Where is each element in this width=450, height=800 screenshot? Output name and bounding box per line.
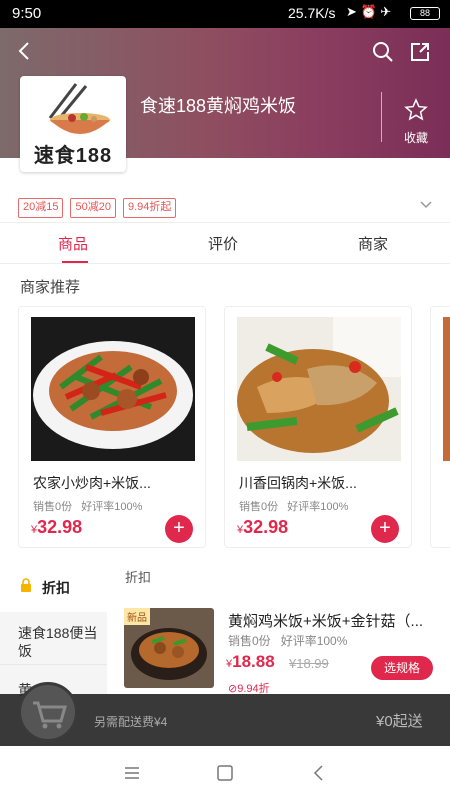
recommend-carousel[interactable]: 农家小炒肉+米饭... 销售0份 好评率100% ¥32.98 + 川香回锅肉+… xyxy=(0,306,450,550)
min-order-button[interactable]: ¥0起送 xyxy=(376,710,423,731)
promo-tag: 9.94折起 xyxy=(122,198,177,218)
favorite-button[interactable]: 收藏 xyxy=(396,98,436,146)
active-tab-indicator xyxy=(62,261,88,263)
lock-icon xyxy=(21,578,31,592)
divider xyxy=(0,664,107,665)
status-bar: 9:50 25.7K/s ➤ ⏰ ✈ 88 xyxy=(0,0,450,28)
logo-text: 速食188 xyxy=(33,145,113,167)
dish-name: 川香回锅肉+米饭... xyxy=(239,475,357,491)
dish-image xyxy=(443,317,450,461)
choose-spec-button[interactable]: 选规格 xyxy=(371,656,433,680)
chevron-down-icon[interactable] xyxy=(418,196,434,212)
back-icon[interactable] xyxy=(14,40,36,62)
dish-image xyxy=(31,317,195,461)
dish-image xyxy=(237,317,401,461)
delivery-fee-note: 另需配送费¥4 xyxy=(94,715,168,729)
promo-tag: 20减15 xyxy=(18,198,64,218)
category-discount[interactable]: 折扣 xyxy=(0,560,107,612)
tab-reviews[interactable]: 评价 xyxy=(208,233,238,254)
status-time: 9:50 xyxy=(12,5,42,22)
tab-bar: 商品 评价 商家 xyxy=(0,222,450,264)
system-nav-bar xyxy=(0,746,450,800)
recommend-title: 商家推荐 xyxy=(20,279,81,296)
recommend-card[interactable]: 农家小炒肉+米饭... 销售0份 好评率100% ¥32.98 + xyxy=(18,306,206,548)
cart-button[interactable] xyxy=(18,682,78,742)
share-icon[interactable] xyxy=(408,40,432,64)
product-original-price: ¥18.99 xyxy=(289,656,329,671)
recommend-card[interactable]: 川香回锅肉+米饭... 销售0份 好评率100% ¥32.98 + xyxy=(224,306,412,548)
dish-price: ¥32.98 xyxy=(237,517,289,537)
list-section-title: 折扣 xyxy=(125,570,152,585)
product-name[interactable]: 黄焖鸡米饭+米饭+金针菇（... xyxy=(228,610,450,631)
status-icons: ➤ ⏰ ✈ xyxy=(346,4,392,19)
dish-name: 农家小炒肉+米饭... xyxy=(33,475,151,491)
store-name: 食速188黄焖鸡米饭 xyxy=(140,96,297,116)
store-logo: 速食188 xyxy=(20,76,126,172)
home-icon[interactable] xyxy=(215,764,235,782)
add-to-cart-button[interactable]: + xyxy=(371,515,399,543)
dish-stats: 销售0份 好评率100% xyxy=(33,501,143,513)
search-icon[interactable] xyxy=(371,40,395,64)
battery-icon: 88 xyxy=(410,7,440,20)
add-to-cart-button[interactable]: + xyxy=(165,515,193,543)
product-price: ¥18.88 xyxy=(226,652,275,671)
dish-price: ¥32.98 xyxy=(31,517,83,537)
new-badge: 新品 xyxy=(124,608,150,625)
menu-icon[interactable] xyxy=(122,764,142,782)
promo-tags: 20减15 50减20 9.94折起 xyxy=(18,198,177,218)
tab-merchant[interactable]: 商家 xyxy=(358,233,388,254)
recommend-card[interactable] xyxy=(430,306,450,548)
cart-icon xyxy=(33,701,67,729)
category-label: 折扣 xyxy=(42,580,70,596)
favorite-label: 收藏 xyxy=(403,131,428,145)
back-nav-icon[interactable] xyxy=(309,764,329,782)
divider xyxy=(381,92,382,142)
category-item[interactable]: 速食188便当饭 xyxy=(18,624,98,660)
network-speed: 25.7K/s xyxy=(288,5,336,21)
bowl-chopsticks-icon xyxy=(48,83,110,134)
promo-tag: 50减20 xyxy=(70,198,116,218)
tab-products[interactable]: 商品 xyxy=(58,233,88,254)
dish-stats: 销售0份 好评率100% xyxy=(239,501,349,513)
star-icon xyxy=(404,98,428,121)
product-stats: 销售0份 好评率100% xyxy=(228,634,348,648)
